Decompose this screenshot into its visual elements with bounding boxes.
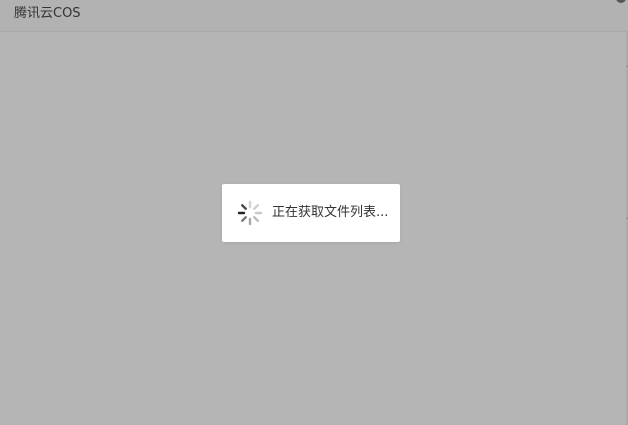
spinner-spoke xyxy=(241,204,247,210)
window-title: 腾讯云COS xyxy=(14,6,81,21)
window-titlebar: 腾讯云COS xyxy=(0,0,628,32)
spinner-spoke xyxy=(253,204,259,210)
loading-message: 正在获取文件列表... xyxy=(272,205,389,220)
main-content-overlay: 正在获取文件列表... xyxy=(0,33,626,425)
loading-spinner-icon xyxy=(237,200,263,226)
spinner-spoke xyxy=(253,216,259,222)
loading-dialog: 正在获取文件列表... xyxy=(222,184,400,242)
spinner-spoke xyxy=(241,216,247,222)
